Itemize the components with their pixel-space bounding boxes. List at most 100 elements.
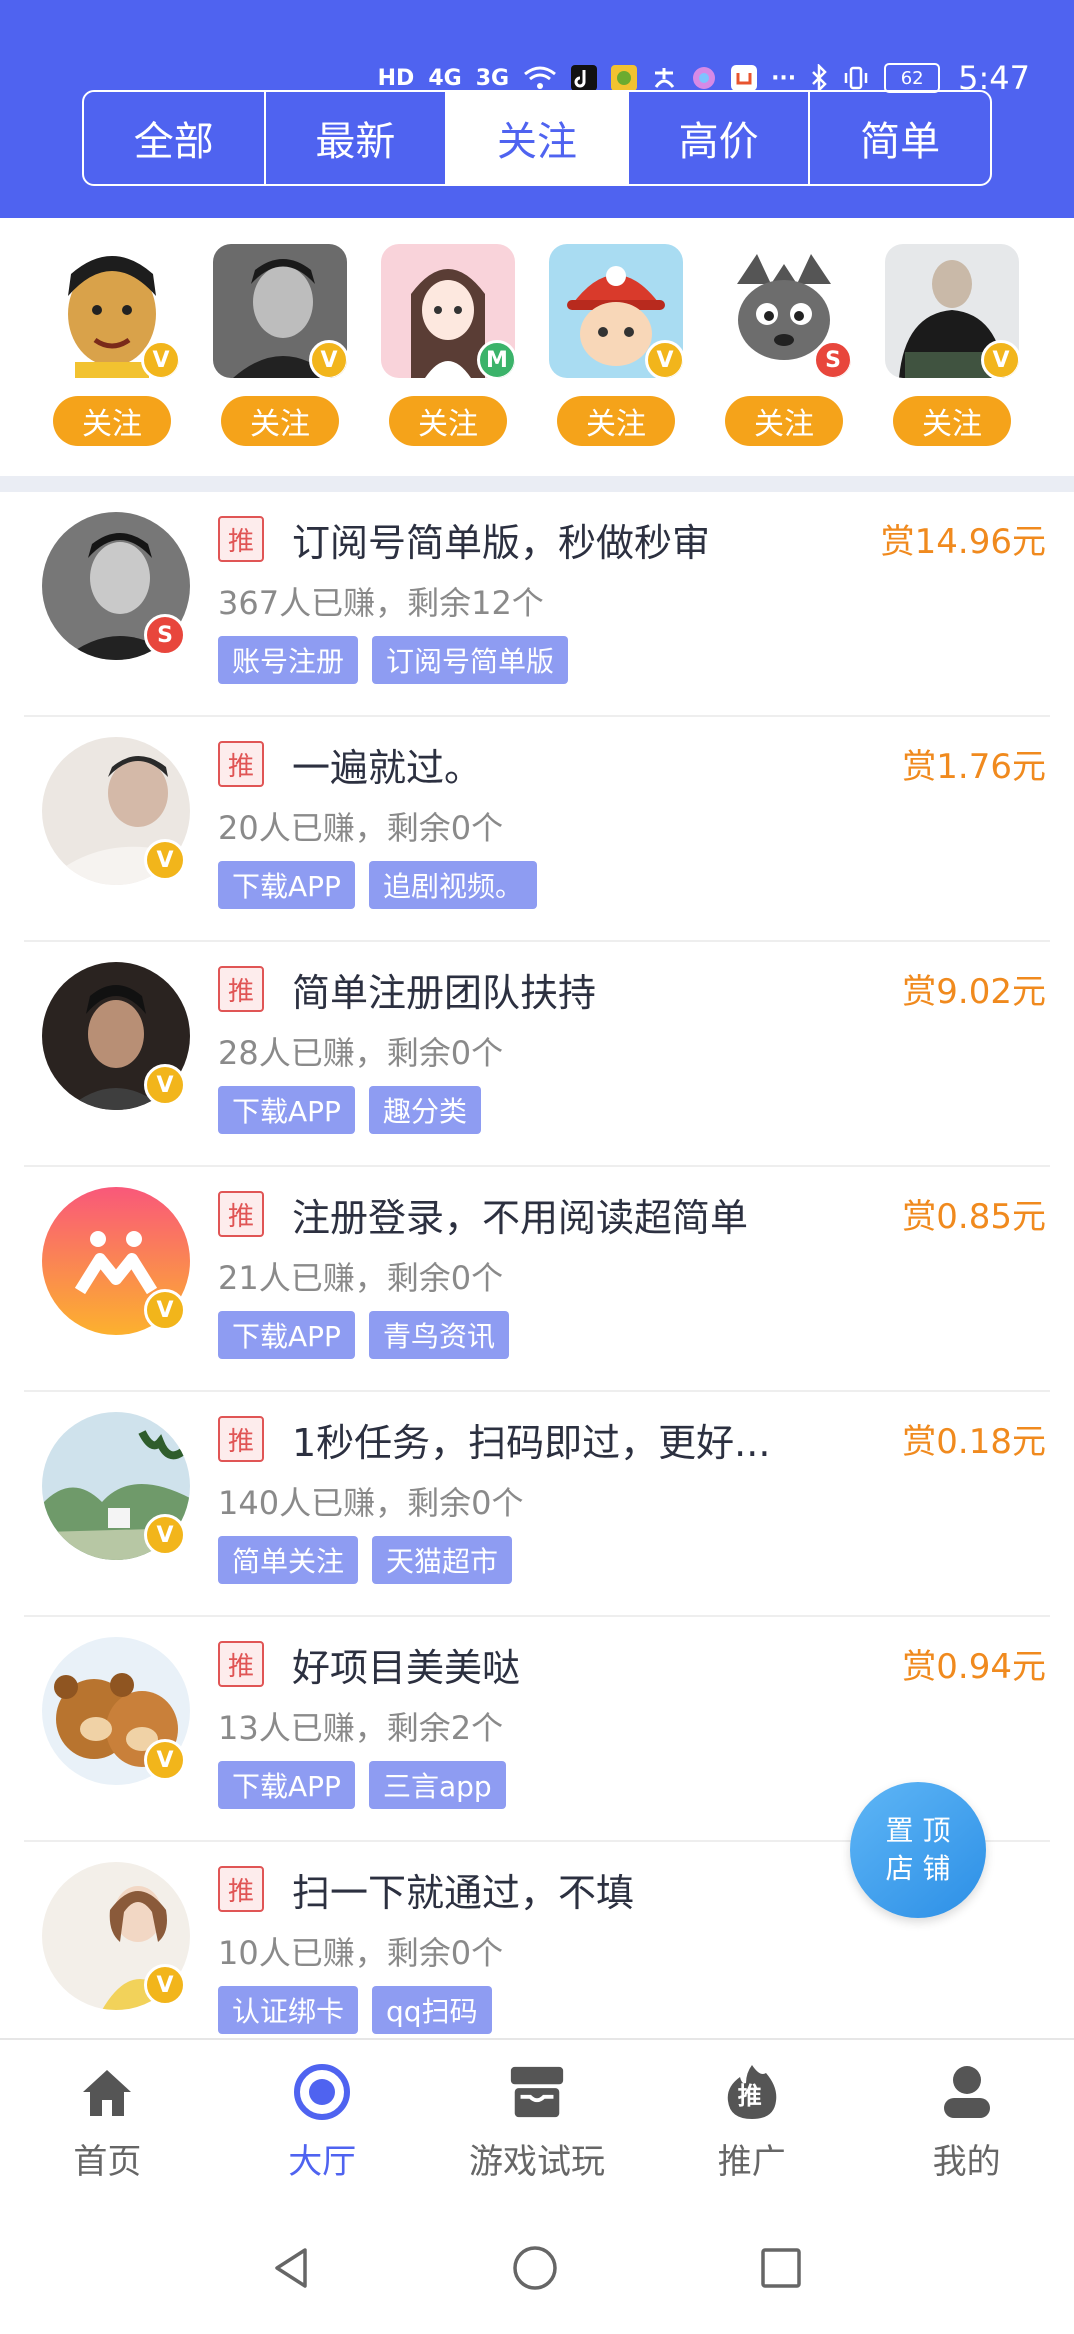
task-stats: 28人已赚，剩余0个 [218,1034,504,1072]
verified-badge: V [144,1739,186,1781]
back-icon[interactable] [271,2246,311,2294]
task-title: 1秒任务，扫码即过，更好... [292,1421,771,1465]
task-reward: 赏1.76元 [902,747,1046,787]
followed-publisher[interactable]: S 关注 [714,244,854,446]
recommend-tag: 推 [218,1866,264,1912]
task-chip: 简单关注 [218,1536,359,1584]
task-chip: 认证绑卡 [218,1986,359,2034]
s-badge: S [813,340,851,378]
task-stats: 21人已赚，剩余0个 [218,1259,504,1297]
task-row[interactable]: V 推 简单注册团队扶持 赏9.02元 28人已赚，剩余0个 下载APP 趣分类 [24,942,1050,1167]
alipay-icon [651,63,677,93]
tab-latest[interactable]: 最新 [266,92,448,184]
promote-icon: 推 [722,2062,782,2122]
task-stats: 13人已赚，剩余2个 [218,1709,504,1747]
tab-high-price[interactable]: 高价 [629,92,811,184]
avatar[interactable]: S [717,244,851,378]
app-notification-icon [611,63,638,93]
avatar[interactable]: V [885,244,1019,378]
task-chip: 下载APP [218,1311,355,1359]
more-icon: ··· [771,65,797,91]
nav-game-trial[interactable]: 游戏试玩 [430,2040,645,2208]
verified-badge: V [144,1064,186,1106]
tab-following[interactable]: 关注 [447,92,629,184]
home-icon [77,2062,137,2122]
s-badge: S [144,614,186,656]
followed-publisher[interactable]: M 关注 [378,244,518,446]
nav-promote[interactable]: 推 推广 [644,2040,859,2208]
avatar[interactable]: V [45,244,179,378]
header: HD 4G 3G ··· 62 5:47 全部 最新 关注 高价 简单 [0,0,1074,218]
nav-home[interactable]: 首页 [0,2040,215,2208]
task-chip: 下载APP [218,1086,355,1134]
network-3g-indicator: 3G [475,65,510,91]
task-tags: 账号注册 订阅号简单版 [218,636,569,684]
followed-publisher[interactable]: V 关注 [546,244,686,446]
verified-badge: V [144,1964,186,2006]
task-title: 简单注册团队扶持 [292,971,597,1015]
task-title: 订阅号简单版，秒做秒审 [292,521,711,565]
nav-game-trial-label: 游戏试玩 [468,2142,605,2182]
promote-icon-text: 推 [737,2082,762,2110]
follow-button[interactable]: 关注 [389,396,507,446]
followed-publisher[interactable]: V 关注 [210,244,350,446]
task-row[interactable]: S 推 订阅号简单版，秒做秒审 赏14.96元 367人已赚，剩余12个 账号注… [24,492,1050,717]
task-stats: 367人已赚，剩余12个 [218,584,544,622]
wifi-icon [523,63,557,93]
follow-button[interactable]: 关注 [53,396,171,446]
task-stats: 10人已赚，剩余0个 [218,1934,504,1972]
followed-publisher[interactable]: V 关注 [42,244,182,446]
task-row[interactable]: V 推 注册登录，不用阅读超简单 赏0.85元 21人已赚，剩余0个 下载APP… [24,1167,1050,1392]
recommend-tag: 推 [218,1191,264,1237]
task-chip: 追剧视频。 [368,861,537,909]
task-row[interactable]: V 推 一遍就过。 赏1.76元 20人已赚，剩余0个 下载APP 追剧视频。 [24,717,1050,942]
home-circle-icon[interactable] [511,2244,559,2296]
avatar[interactable]: M [381,244,515,378]
followed-publisher[interactable]: V 关注 [882,244,1022,446]
task-title: 一遍就过。 [292,746,483,790]
task-title: 扫一下就通过，不填 [292,1871,635,1915]
task-chip: 账号注册 [218,636,359,684]
follow-button[interactable]: 关注 [893,396,1011,446]
pin-store-button[interactable]: 置 顶 店 铺 [850,1782,986,1918]
bluetooth-icon [810,63,828,93]
verified-badge: V [144,1289,186,1331]
member-badge: M [477,340,515,378]
bottom-nav: 首页 大厅 游戏试玩 推 推广 我的 [0,2038,1074,2208]
app-notification-icon-3 [731,63,758,93]
tab-all[interactable]: 全部 [84,92,266,184]
task-chip: 下载APP [218,861,355,909]
nav-profile-label: 我的 [932,2142,1001,2182]
nav-hall[interactable]: 大厅 [215,2040,430,2208]
task-tags: 下载APP 趣分类 [218,1086,481,1134]
tab-simple[interactable]: 简单 [810,92,990,184]
category-tabs: 全部 最新 关注 高价 简单 [82,90,992,186]
nav-profile[interactable]: 我的 [859,2040,1074,2208]
task-tags: 认证绑卡 qq扫码 [218,1986,492,2034]
task-chip: 三言app [368,1761,506,1809]
recommend-tag: 推 [218,1416,264,1462]
task-chip: 订阅号简单版 [372,636,569,684]
follow-button[interactable]: 关注 [725,396,843,446]
follow-button[interactable]: 关注 [221,396,339,446]
task-reward: 赏0.85元 [902,1197,1046,1237]
avatar[interactable]: V [549,244,683,378]
profile-icon [937,2062,997,2122]
follow-button[interactable]: 关注 [557,396,675,446]
nav-hall-label: 大厅 [288,2142,357,2182]
avatar[interactable]: V [213,244,347,378]
verified-badge: V [144,1514,186,1556]
task-reward: 赏9.02元 [902,972,1046,1012]
task-reward: 赏0.94元 [902,1647,1046,1687]
recommend-tag: 推 [218,966,264,1012]
task-tags: 下载APP 追剧视频。 [218,861,537,909]
task-row[interactable]: V 推 1秒任务，扫码即过，更好... 赏0.18元 140人已赚，剩余0个 简… [24,1392,1050,1617]
task-tags: 下载APP 青鸟资讯 [218,1311,509,1359]
task-chip: qq扫码 [372,1986,492,2034]
hall-icon [292,2062,352,2122]
task-chip: 下载APP [218,1761,355,1809]
recents-icon[interactable] [759,2246,803,2294]
pin-store-label-2: 店 铺 [885,1852,951,1885]
nav-promote-label: 推广 [717,2142,786,2182]
task-chip: 青鸟资讯 [368,1311,509,1359]
